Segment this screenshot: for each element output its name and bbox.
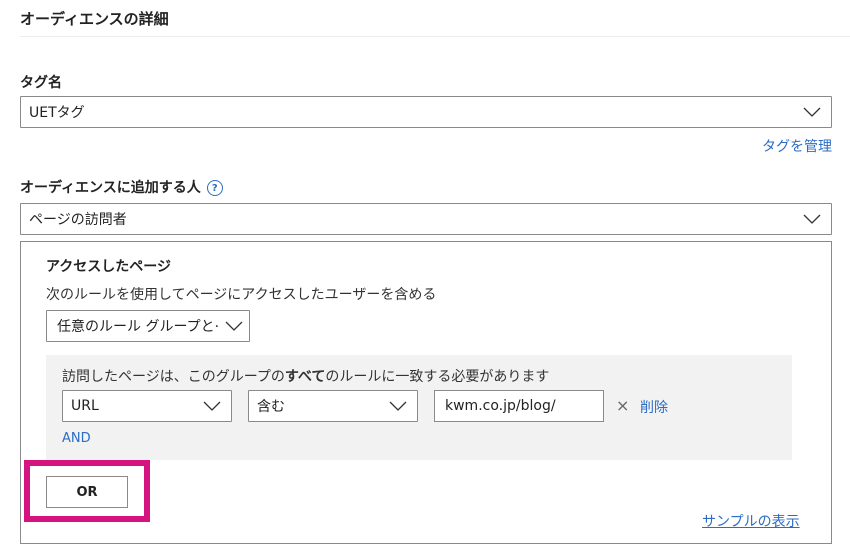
rule-value-input[interactable]: kwm.co.jp/blog/: [434, 390, 604, 422]
rule-group-desc-suffix: のルールに一致する必要があります: [325, 369, 550, 385]
manage-tags-link[interactable]: タグを管理: [762, 136, 832, 156]
help-icon[interactable]: ?: [206, 180, 223, 196]
rule-operator-select[interactable]: 含む: [248, 390, 418, 422]
show-sample-link[interactable]: サンプルの表示: [702, 511, 800, 531]
chevron-down-icon: [803, 107, 821, 117]
section-title: オーディエンスの詳細: [20, 10, 169, 28]
tag-name-label: タグ名: [20, 75, 62, 91]
chevron-down-icon: [803, 214, 821, 224]
chevron-down-icon: [203, 401, 221, 411]
audience-add-label: オーディエンスに追加する人?: [20, 177, 223, 197]
close-icon[interactable]: ×: [616, 396, 629, 415]
visited-pages-description: 次のルールを使用してページにアクセスしたユーザーを含める: [46, 287, 437, 303]
rule-value-text: kwm.co.jp/blog/: [445, 398, 556, 414]
audience-type-select[interactable]: ページの訪問者: [20, 203, 832, 235]
rule-field-select[interactable]: URL: [62, 390, 232, 422]
chevron-down-icon: [389, 401, 407, 411]
rule-group-desc-bold: すべて: [284, 369, 326, 385]
rule-group-desc-prefix: 訪問したページは、このグループの: [62, 369, 285, 385]
rule-operator-value: 含む: [257, 399, 285, 415]
tag-name-select[interactable]: UETタグ: [20, 96, 832, 128]
divider: [20, 36, 850, 37]
audience-type-value: ページの訪問者: [29, 212, 127, 228]
audience-add-label-text: オーディエンスに追加する人: [20, 180, 201, 196]
rule-field-value: URL: [71, 398, 99, 414]
tag-name-value: UETタグ: [29, 105, 85, 121]
rule-group-combinator-select[interactable]: 任意のルール グループと·: [46, 310, 250, 342]
rule-group-combinator-value: 任意のルール グループと·: [57, 319, 220, 335]
highlight-box: [24, 460, 150, 522]
and-link[interactable]: AND: [62, 431, 91, 446]
visited-pages-title: アクセスしたページ: [46, 259, 172, 275]
delete-rule-link[interactable]: 削除: [640, 397, 668, 417]
rule-group-description: 訪問したページは、このグループのすべてのルールに一致する必要があります: [62, 366, 549, 386]
chevron-down-icon: [225, 321, 243, 331]
